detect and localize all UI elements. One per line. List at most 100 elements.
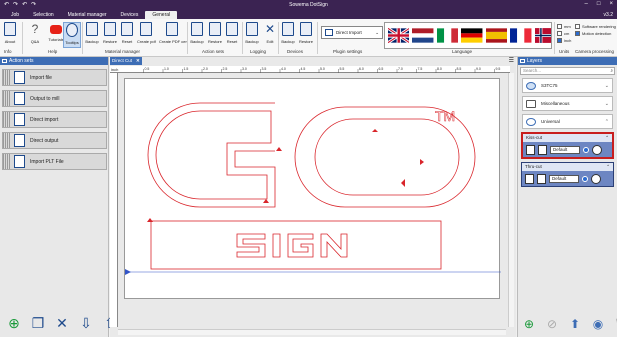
unit-cm-option[interactable]: cm (557, 31, 569, 36)
add-icon[interactable]: ⊕ (522, 317, 536, 331)
action-set-direct-output[interactable]: Direct output (2, 132, 107, 149)
about-button[interactable]: About (1, 22, 19, 48)
ribbon-separator (317, 22, 318, 54)
flag-nl-icon[interactable] (412, 26, 434, 45)
drag-handle[interactable] (3, 112, 10, 127)
node-marker[interactable] (401, 179, 405, 187)
actionsets-restore-button[interactable]: Restore (206, 22, 224, 48)
layer-setting-select[interactable]: Default (550, 145, 580, 154)
flag-de-icon[interactable] (461, 26, 483, 45)
ruler-tick-label: 2.5 (223, 67, 228, 71)
action-set-direct-import[interactable]: Direct import (2, 111, 107, 128)
flag-uk-icon[interactable] (388, 26, 410, 45)
close-tab-icon[interactable]: ✕ (136, 58, 140, 63)
layer-thru-cut[interactable]: Thru-cut ⌃ Default (521, 162, 614, 187)
ruler-tick-label: 0.5 (145, 67, 150, 71)
menu-devices[interactable]: Devices (114, 11, 146, 19)
reset-button[interactable]: Reset (118, 22, 136, 48)
vertical-scrollbar[interactable] (508, 73, 514, 327)
flag-it-icon[interactable] (436, 26, 459, 45)
actionsets-backup-button[interactable]: Backup (188, 22, 206, 48)
minimize-button[interactable]: – (585, 1, 588, 7)
action-set-import-file[interactable]: Import file (2, 69, 107, 86)
create-pdf-cert-button[interactable]: Create PDF cert (159, 22, 188, 48)
tooltips-button[interactable]: Tooltips (63, 22, 81, 48)
ruler-tick-label: 7.0 (398, 67, 403, 71)
logging-backup-button[interactable]: Backup (243, 22, 261, 48)
menu-selection[interactable]: Selection (26, 11, 61, 19)
restore-button[interactable]: Restore (101, 22, 119, 48)
layer-group-s3tc75[interactable]: S3TC75 ⌄ (522, 78, 613, 93)
visibility-icon[interactable]: ⊘ (545, 317, 559, 331)
node-marker[interactable] (147, 218, 153, 222)
add-icon[interactable]: ⊕ (6, 315, 22, 331)
layer-kiss-cut[interactable]: Kiss-cut ⌃ Default (521, 132, 614, 159)
group-label-devices: Devices (287, 49, 304, 54)
layer-group-miscellaneous[interactable]: Miscellaneous ⌄ (522, 96, 613, 111)
menu-icon[interactable]: ☰ (509, 57, 514, 64)
flag-es-icon[interactable] (485, 26, 508, 45)
drag-handle[interactable] (3, 133, 10, 148)
layer-icon[interactable]: ◉ (591, 317, 605, 331)
horizontal-ruler: inch 0.5 1.0 1.5 2.0 2.5 3.0 3.5 4.0 4.5 5.0 5.5 6.… (110, 66, 510, 73)
devices-restore-button[interactable]: Restore (297, 22, 315, 48)
work-sheet[interactable]: TM (124, 78, 501, 300)
unit-inch-option[interactable]: inch (557, 38, 571, 43)
wrench-icon[interactable] (592, 144, 602, 155)
backup-button[interactable]: Backup (83, 22, 101, 48)
unit-mm-option[interactable]: mm (557, 24, 571, 29)
ruler-tick-label: 8.5 (457, 67, 462, 71)
layer-group-universal[interactable]: Universal ⌃ (522, 114, 613, 129)
action-set-output-to-mill[interactable]: Output to mill (2, 90, 107, 107)
import-icon (14, 155, 25, 168)
maximize-button[interactable]: □ (597, 1, 601, 7)
software-rendering-checkbox[interactable]: Software rendering (575, 24, 616, 29)
close-button[interactable]: × (609, 1, 613, 7)
drag-handle[interactable] (3, 91, 10, 106)
motion-detection-checkbox[interactable]: Motion detection (575, 31, 611, 36)
create-pdf-button[interactable]: Create pdf (137, 22, 156, 48)
ruler-tick-label: 4.5 (301, 67, 306, 71)
plugin-select[interactable]: Direct Import ⌄ (321, 26, 383, 39)
qa-button[interactable]: ? Q&A (26, 22, 44, 48)
menu-material-manager[interactable]: Material manager (61, 11, 114, 19)
flag-fr-icon[interactable] (510, 26, 532, 45)
layer-color-swatch[interactable] (525, 173, 534, 184)
copy-icon[interactable]: ❐ (30, 315, 46, 331)
chevron-up-icon[interactable]: ⌃ (606, 163, 610, 171)
action-sets-header: Action sets (0, 57, 108, 65)
actionsets-reset-button[interactable]: Reset (223, 22, 241, 48)
layer-setting-select[interactable]: Default (549, 174, 579, 183)
play-icon (50, 25, 62, 34)
node-marker[interactable] (263, 199, 269, 203)
tools-icon[interactable]: ✕ (54, 315, 70, 331)
ribbon: About ? Q&A Tutorials Tooltips Backup Res… (0, 19, 617, 57)
check-icon (583, 146, 589, 153)
layer-up-icon[interactable]: ⬆ (568, 317, 582, 331)
import-icon (14, 113, 25, 126)
layer-color-swatch[interactable] (526, 144, 535, 155)
design-drawing[interactable]: TM (125, 79, 501, 300)
devices-backup-button[interactable]: Backup (279, 22, 297, 48)
group-label-help: Help (48, 49, 58, 54)
node-marker[interactable] (420, 159, 424, 165)
ruler-tick-label: 6.0 (359, 67, 364, 71)
tab-direct-cut[interactable]: Direct Cut ✕ (110, 57, 142, 65)
layer-search-input[interactable]: Search... ⌕ (520, 67, 615, 75)
group-label-language: Language (452, 49, 473, 54)
flag-no-icon[interactable] (534, 26, 551, 45)
database-icon (191, 22, 203, 36)
wrench-icon[interactable] (591, 173, 601, 184)
drag-handle[interactable] (3, 70, 10, 85)
action-set-import-plt-file[interactable]: Import PLT File (2, 153, 107, 170)
horizontal-scrollbar[interactable] (118, 329, 506, 335)
menu-job[interactable]: Job (4, 11, 26, 19)
import-icon[interactable]: ⇩ (78, 315, 94, 331)
drag-handle[interactable] (3, 154, 10, 169)
logging-edit-button[interactable]: ✕ Edit (261, 22, 279, 48)
menu-general[interactable]: General (145, 11, 178, 19)
chevron-up-icon[interactable]: ⌃ (605, 134, 609, 142)
node-marker[interactable] (276, 147, 282, 151)
node-marker[interactable] (372, 129, 378, 132)
ruler-tick-label: 4.0 (281, 67, 286, 71)
